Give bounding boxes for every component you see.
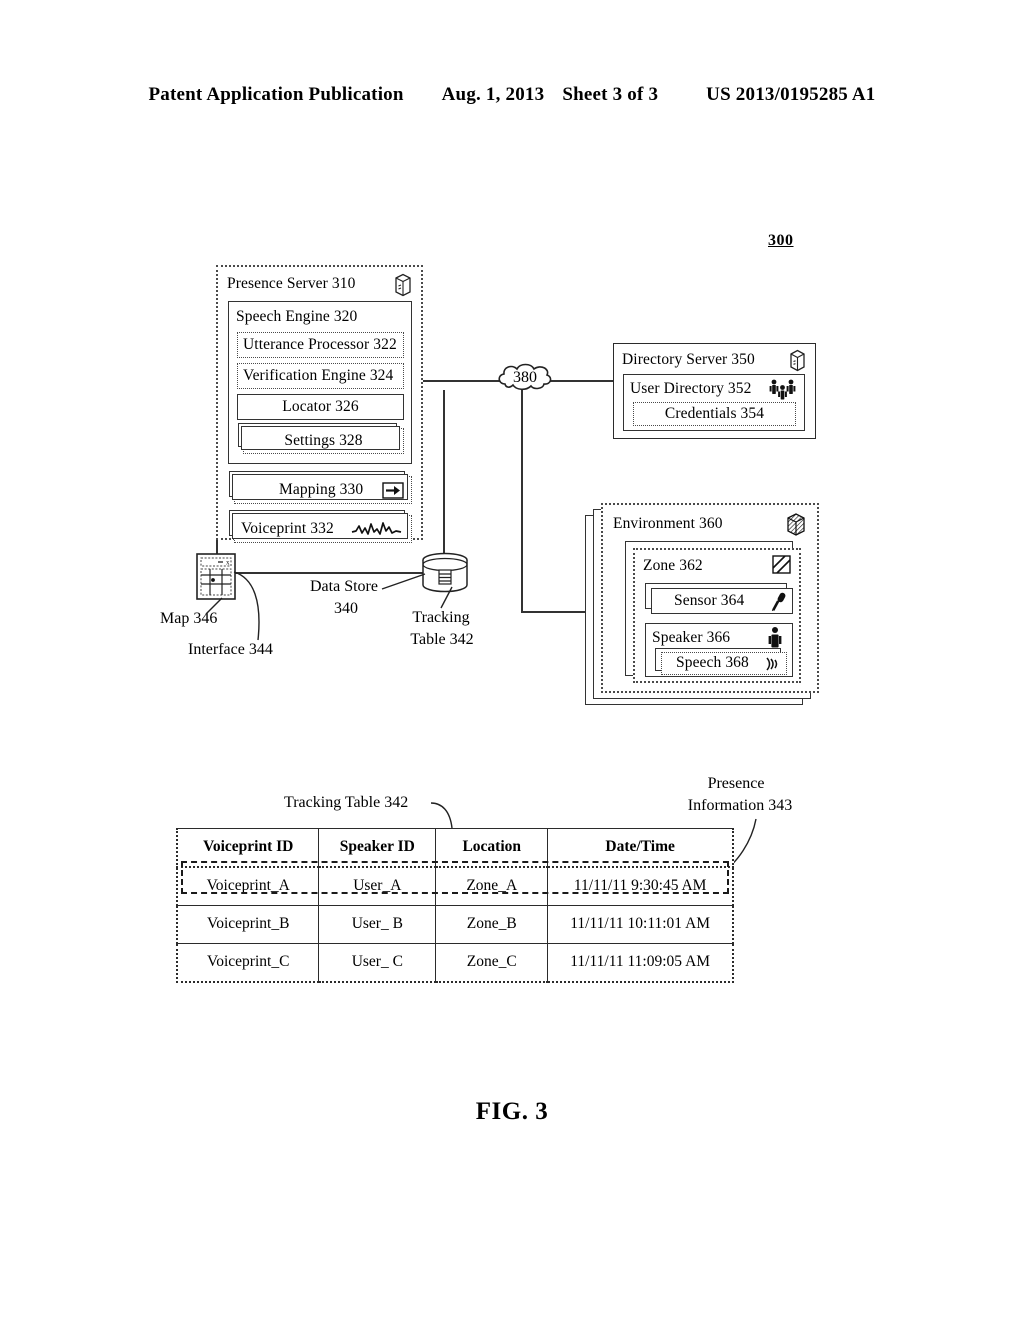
map-window-icon[interactable]: x: [196, 553, 236, 600]
network-cloud[interactable]: 380: [496, 362, 554, 396]
system-reference-300: 300: [768, 232, 794, 249]
cell-location: Zone_C: [435, 943, 549, 983]
verification-engine-box[interactable]: Verification Engine 324: [237, 363, 404, 389]
server-icon: [788, 349, 807, 372]
zone-box[interactable]: Zone 362 Sensor 364 Speaker 366 Speech 3…: [633, 548, 801, 683]
page-header: Patent Application Publication Aug. 1, 20…: [0, 84, 1024, 106]
connector-cloud-to-directory: [550, 380, 613, 382]
column-header-location: Location: [435, 828, 549, 868]
table-row[interactable]: Voiceprint_C User_ C Zone_C 11/11/11 11:…: [176, 943, 735, 983]
hatched-square-icon: [772, 555, 791, 574]
column-header-datetime: Date/Time: [547, 828, 735, 868]
credentials-box[interactable]: Credentials 354: [633, 402, 796, 426]
tracking-table-title-leader: [430, 802, 453, 829]
directory-server-label: Directory Server 350: [622, 351, 755, 368]
cell-location: Zone_B: [435, 905, 549, 944]
directory-server-box[interactable]: Directory Server 350 User Directory 352: [613, 343, 816, 439]
connector-cloud-to-environment: [521, 611, 593, 613]
speech-label: Speech 368: [676, 654, 749, 671]
mapping-arrow-icon: [382, 482, 404, 499]
settings-box[interactable]: Settings 328: [238, 423, 404, 454]
presence-server-box[interactable]: Presence Server 310 Speech Engine 320 Ut…: [216, 265, 423, 543]
waveform-icon: [351, 521, 403, 538]
locator-label: Locator 326: [282, 398, 359, 415]
data-store-caption-line1: Data Store: [310, 578, 378, 595]
mapping-box[interactable]: Mapping 330: [229, 471, 412, 504]
settings-label: Settings 328: [284, 432, 363, 449]
verification-engine-label: Verification Engine 324: [243, 367, 394, 384]
sensor-label: Sensor 364: [674, 592, 745, 609]
cell-speaker-id: User_A: [318, 866, 437, 906]
user-directory-box[interactable]: User Directory 352 Credentials 354: [623, 374, 805, 431]
cell-voiceprint-id: Voiceprint_C: [176, 943, 320, 983]
figure-caption: FIG. 3: [475, 1098, 549, 1125]
server-icon: [393, 273, 413, 297]
connector-cloud-down: [521, 388, 523, 613]
cell-datetime: 11/11/11 11:09:05 AM: [547, 943, 735, 983]
cell-speaker-id: User_ C: [318, 943, 437, 983]
cell-datetime: 11/11/11 10:11:01 AM: [547, 905, 735, 944]
speaker-box[interactable]: Speaker 366 Speech 368: [645, 623, 793, 677]
microphone-icon: [771, 592, 786, 612]
sensor-stack: Sensor 364: [645, 583, 797, 615]
environment-label: Environment 360: [613, 515, 723, 532]
tracking-table-title: Tracking Table 342: [284, 794, 409, 811]
zone-stack: Zone 362 Sensor 364 Speaker 366 Speech 3…: [625, 541, 811, 683]
cell-voiceprint-id: Voiceprint_A: [176, 866, 320, 906]
environment-stack: Environment 360 Zone 362 Sensor 364 Spea…: [585, 503, 825, 708]
voiceprint-box[interactable]: Voiceprint 332: [229, 510, 412, 543]
speech-engine-label: Speech Engine 320: [236, 308, 358, 325]
cell-voiceprint-id: Voiceprint_B: [176, 905, 320, 944]
tracking-table-leader-line: [440, 586, 453, 609]
presence-information-callout-line2: Information 343: [687, 797, 793, 814]
presence-information-callout-line1: Presence: [707, 775, 765, 792]
speech-box[interactable]: Speech 368: [661, 652, 787, 675]
people-icon: [768, 378, 798, 402]
sheet-number: Sheet 3 of 3: [562, 84, 659, 105]
speech-stack: Speech 368: [655, 648, 791, 676]
connector-server-bottom-to-datastore: [443, 390, 445, 558]
credentials-label: Credentials 354: [664, 405, 765, 422]
connector-server-to-cloud: [423, 380, 503, 382]
svg-text:x: x: [226, 559, 230, 567]
presence-server-label: Presence Server 310: [227, 275, 356, 292]
tracking-table[interactable]: Voiceprint ID Speaker ID Location Date/T…: [176, 828, 735, 983]
sensor-box[interactable]: Sensor 364: [651, 588, 793, 614]
patent-number: US 2013/0195285 A1: [706, 84, 876, 105]
speaker-label: Speaker 366: [652, 629, 731, 646]
cell-datetime: 11/11/11 9:30:45 AM: [547, 866, 735, 906]
sound-waves-icon: [764, 656, 780, 672]
zone-label: Zone 362: [643, 557, 703, 574]
voiceprint-label: Voiceprint 332: [241, 520, 334, 537]
data-store-caption-line2: 340: [334, 600, 358, 617]
column-header-speaker-id: Speaker ID: [318, 828, 437, 868]
column-header-voiceprint-id: Voiceprint ID: [176, 828, 320, 868]
mapping-label: Mapping 330: [279, 481, 364, 498]
table-row[interactable]: Voiceprint_A User_A Zone_A 11/11/11 9:30…: [176, 866, 735, 906]
map-leader-line: [205, 597, 223, 615]
cube-icon: [785, 512, 807, 537]
locator-box[interactable]: Locator 326: [237, 394, 404, 420]
cell-speaker-id: User_ B: [318, 905, 437, 944]
speech-engine-box[interactable]: Speech Engine 320 Utterance Processor 32…: [228, 301, 412, 464]
tracking-table-ref-line2: Table 342: [410, 631, 474, 648]
table-row[interactable]: Voiceprint_B User_ B Zone_B 11/11/11 10:…: [176, 905, 735, 944]
data-store-leader-line: [381, 573, 426, 590]
environment-box[interactable]: Environment 360 Zone 362 Sensor 364 Spea…: [601, 503, 819, 693]
network-cloud-label: 380: [513, 369, 537, 386]
utterance-processor-box[interactable]: Utterance Processor 322: [237, 332, 404, 358]
user-directory-label: User Directory 352: [630, 380, 752, 397]
utterance-processor-label: Utterance Processor 322: [243, 336, 397, 353]
cell-location: Zone_A: [435, 866, 549, 906]
publication-date: Aug. 1, 2013: [441, 84, 545, 105]
interface-leader-line: [233, 571, 260, 641]
table-header-row: Voiceprint ID Speaker ID Location Date/T…: [176, 828, 735, 868]
publication-label: Patent Application Publication: [148, 84, 404, 105]
